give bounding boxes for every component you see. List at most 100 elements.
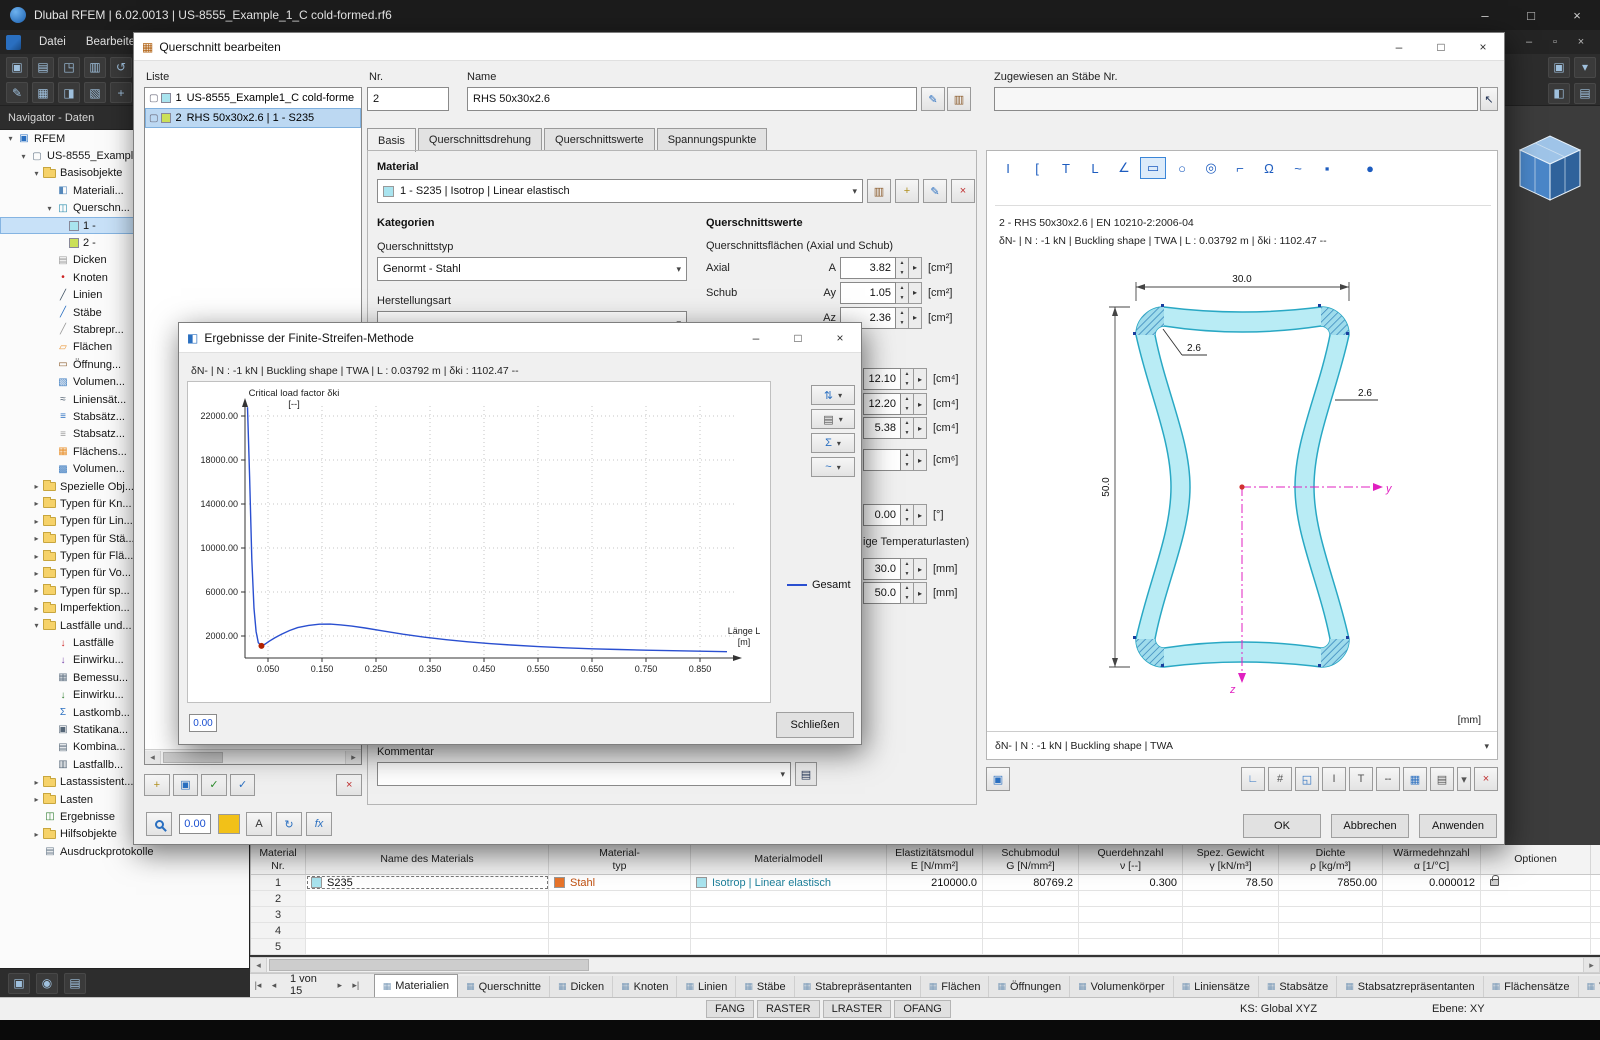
prev-page-button[interactable]: ◂ (266, 975, 282, 995)
table-tab-dicken[interactable]: ▦Dicken (550, 976, 613, 997)
snap-toggle-ofang[interactable]: OFANG (894, 1000, 951, 1018)
section-pipe-icon[interactable]: ◎ (1198, 157, 1224, 179)
value-cell[interactable] (887, 907, 983, 922)
table-tab-flächen[interactable]: ▦Flächen (921, 976, 990, 997)
value-cell[interactable] (983, 907, 1079, 922)
tree-expander-icon[interactable]: ▾ (17, 152, 30, 161)
value-cell[interactable] (1079, 939, 1183, 954)
dialog-minimize-button[interactable]: – (735, 324, 777, 351)
maximize-button[interactable]: □ (1508, 0, 1554, 30)
value-cell[interactable] (1183, 939, 1279, 954)
value-cell[interactable]: 7850.00 (1279, 875, 1383, 890)
material-model-cell[interactable] (691, 923, 887, 938)
tree-expander-icon[interactable]: ▸ (30, 534, 43, 543)
options-cell[interactable] (1481, 939, 1591, 954)
spinner-control[interactable]: ▲▼ (901, 393, 914, 415)
formula-button[interactable]: fx (306, 812, 332, 836)
stress-points-button[interactable]: ◱ (1295, 767, 1319, 791)
copy-image-button[interactable]: ▣ (986, 767, 1010, 791)
camera-button[interactable]: ▤ (64, 973, 86, 994)
scrollbar-thumb[interactable] (163, 752, 223, 763)
first-page-button[interactable]: |◂ (250, 975, 266, 995)
material-type-cell[interactable] (549, 939, 691, 954)
section-rhs-icon[interactable]: ▭ (1140, 157, 1166, 179)
snap-toggle-fang[interactable]: FANG (706, 1000, 754, 1018)
new-section-button[interactable]: + (144, 774, 170, 796)
minimize-button[interactable]: – (1462, 0, 1508, 30)
font-settings-button[interactable]: A (246, 812, 272, 836)
material-model-cell[interactable] (691, 907, 887, 922)
material-type-cell[interactable]: Stahl (549, 875, 691, 890)
value-cell[interactable] (1079, 907, 1183, 922)
save-button[interactable]: ◳ (58, 57, 80, 78)
value-field[interactable] (863, 449, 901, 471)
slider-button[interactable]: ▸ (914, 393, 927, 415)
table-tab-knoten[interactable]: ▦Knoten (613, 976, 677, 997)
value-cell[interactable]: 0.000012 (1383, 875, 1481, 890)
value-cell[interactable] (1279, 907, 1383, 922)
list-item[interactable]: ▢1US-8555_Example1_C cold-forme (145, 88, 361, 108)
spinner-control[interactable]: ▲▼ (901, 582, 914, 604)
scroll-left-icon[interactable]: ◂ (145, 751, 161, 764)
assigned-members-field[interactable] (994, 87, 1478, 111)
result-mode-select[interactable]: δN- | N : -1 kN | Buckling shape | TWA ▾ (987, 731, 1497, 760)
tree-expander-icon[interactable]: ▸ (30, 482, 43, 491)
value-cell[interactable] (887, 923, 983, 938)
table-tab-flächensätze[interactable]: ▦Flächensätze (1484, 976, 1579, 997)
material-model-cell[interactable] (691, 939, 887, 954)
options-cell[interactable] (1481, 875, 1591, 890)
scrollbar-thumb[interactable] (269, 959, 589, 971)
apply-button[interactable]: Anwenden (1419, 814, 1497, 838)
material-select[interactable]: 1 - S235 | Isotrop | Linear elastisch ▾ (377, 179, 863, 203)
section-i-icon[interactable]: I (995, 157, 1021, 179)
tree-expander-icon[interactable]: ▸ (30, 830, 43, 839)
next-page-button[interactable]: ▸ (332, 975, 348, 995)
tree-expander-icon[interactable]: ▾ (30, 621, 43, 630)
value-cell[interactable] (1183, 923, 1279, 938)
tree-expander-icon[interactable]: ▾ (30, 169, 43, 178)
section-axes-button[interactable]: I (1322, 767, 1346, 791)
views-button[interactable]: ▤ (1574, 83, 1596, 104)
copy-section-button[interactable]: ▣ (173, 774, 199, 796)
value-cell[interactable] (1279, 939, 1383, 954)
table-row[interactable]: 1S235StahlIsotrop | Linear elastisch2100… (251, 875, 1600, 891)
material-type-cell[interactable] (549, 891, 691, 906)
tree-expander-icon[interactable]: ▸ (30, 517, 43, 526)
value-cell[interactable] (983, 923, 1079, 938)
material-name-cell[interactable] (306, 923, 549, 938)
tab-basis[interactable]: Basis (367, 128, 416, 152)
open-model-button[interactable]: ▤ (32, 57, 54, 78)
slider-button[interactable]: ▸ (914, 368, 927, 390)
zoom-button[interactable] (146, 812, 172, 836)
section-t-icon[interactable]: T (1053, 157, 1079, 179)
value-field[interactable]: 0.00 (863, 504, 901, 526)
fsm-value-field[interactable]: 0.00 (189, 714, 217, 732)
print-menu-button[interactable]: ▾ (1457, 767, 1471, 791)
value-cell[interactable] (1383, 939, 1481, 954)
material-name-cell[interactable] (306, 891, 549, 906)
tree-expander-icon[interactable]: ▸ (30, 795, 43, 804)
scroll-right-icon[interactable]: ▸ (345, 751, 361, 764)
slider-button[interactable]: ▸ (914, 558, 927, 580)
table-row[interactable]: 5 (251, 939, 1600, 955)
value-cell[interactable] (1183, 907, 1279, 922)
add-object-button[interactable]: + (110, 82, 132, 103)
material-model-cell[interactable]: Isotrop | Linear elastisch (691, 875, 887, 890)
table-tab-stabrepräsentanten[interactable]: ▦Stabrepräsentanten (795, 976, 921, 997)
table-row[interactable]: 3 (251, 907, 1600, 923)
ok-button[interactable]: OK (1243, 814, 1321, 838)
options-cell[interactable] (1481, 923, 1591, 938)
color-swatch-button[interactable] (218, 814, 240, 834)
section-hat-icon[interactable]: Ω (1256, 157, 1282, 179)
section-corrugated-icon[interactable]: ~ (1285, 157, 1311, 179)
values-table-button[interactable]: ▦ (1403, 767, 1427, 791)
material-type-cell[interactable] (549, 923, 691, 938)
value-field[interactable]: 50.0 (863, 582, 901, 604)
tree-expander-icon[interactable]: ▸ (30, 586, 43, 595)
dialog-maximize-button[interactable]: □ (777, 324, 819, 351)
value-cell[interactable] (887, 939, 983, 954)
print-preview-button[interactable]: ▤ (1430, 767, 1454, 791)
render-button[interactable]: ▧ (84, 82, 106, 103)
options-cell[interactable] (1481, 907, 1591, 922)
close-preview-button[interactable]: × (1474, 767, 1498, 791)
